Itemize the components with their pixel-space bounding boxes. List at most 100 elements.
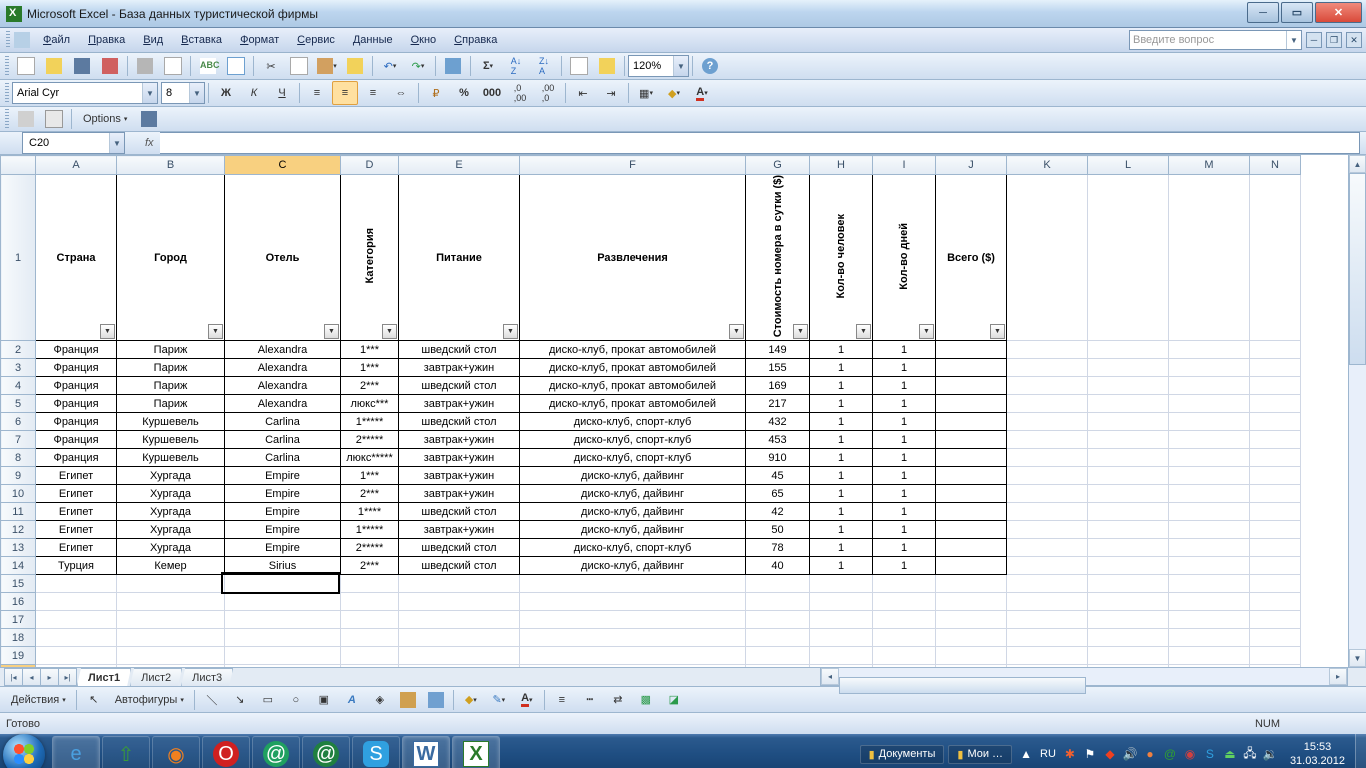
italic-button[interactable]: К — [241, 81, 267, 105]
bold-button[interactable]: Ж — [213, 81, 239, 105]
tray-app1-icon[interactable]: ✱ — [1062, 746, 1078, 762]
empty-cell[interactable] — [746, 647, 810, 665]
empty-cell[interactable] — [1250, 575, 1301, 593]
row-header-15[interactable]: 15 — [1, 575, 36, 593]
empty-cell[interactable] — [1169, 647, 1250, 665]
col-header-K[interactable]: K — [1007, 156, 1088, 175]
data-cell[interactable]: 1 — [873, 485, 936, 503]
data-cell[interactable]: Хургада — [117, 521, 225, 539]
help-search-input[interactable]: Введите вопрос ▼ — [1129, 30, 1302, 50]
data-cell[interactable] — [936, 413, 1007, 431]
data-cell[interactable]: 1 — [810, 503, 873, 521]
empty-cell[interactable] — [1007, 575, 1088, 593]
start-button[interactable] — [3, 734, 45, 768]
align-center-button[interactable]: ≡ — [332, 81, 358, 105]
line-style-button[interactable]: ≡ — [549, 688, 575, 712]
data-cell[interactable]: 2*** — [341, 377, 399, 395]
empty-cell[interactable] — [1250, 647, 1301, 665]
autoshapes-button[interactable]: Автофигуры▾ — [109, 688, 190, 712]
filter-button[interactable]: ▼ — [856, 324, 871, 339]
empty-cell[interactable] — [1088, 611, 1169, 629]
taskbar-mediaplayer-button[interactable]: ◉ — [152, 736, 200, 768]
data-cell[interactable]: 1 — [810, 485, 873, 503]
data-cell[interactable]: Хургада — [117, 539, 225, 557]
tab-nav-last-button[interactable]: ▸| — [58, 668, 77, 686]
empty-cell[interactable] — [1088, 593, 1169, 611]
mdi-restore-button[interactable]: ❐ — [1326, 32, 1342, 48]
rectangle-button[interactable]: ▭ — [255, 688, 281, 712]
data-cell[interactable]: Empire — [225, 539, 341, 557]
data-cell[interactable]: Alexandra — [225, 359, 341, 377]
taskbar-ie-button[interactable]: е — [52, 736, 100, 768]
data-cell[interactable] — [936, 341, 1007, 359]
row-header-17[interactable]: 17 — [1, 611, 36, 629]
data-cell[interactable]: завтрак+ужин — [399, 467, 520, 485]
data-cell[interactable]: Empire — [225, 521, 341, 539]
data-cell[interactable]: 1 — [873, 359, 936, 377]
data-cell[interactable]: Carlina — [225, 413, 341, 431]
empty-cell[interactable] — [341, 575, 399, 593]
tray-my-button[interactable]: ▮Мои … — [948, 745, 1012, 764]
empty-cell[interactable] — [810, 611, 873, 629]
data-cell[interactable]: диско-клуб, дайвинг — [520, 485, 746, 503]
data-cell[interactable]: 1*** — [341, 467, 399, 485]
empty-cell[interactable] — [399, 647, 520, 665]
empty-cell[interactable] — [520, 575, 746, 593]
empty-cell[interactable] — [1088, 629, 1169, 647]
data-cell[interactable]: Франция — [36, 377, 117, 395]
chevron-down-icon[interactable]: ▼ — [1286, 31, 1301, 49]
spellcheck-button[interactable]: ABC — [195, 54, 221, 78]
header-cell[interactable]: Категория▼ — [341, 175, 399, 341]
empty-cell[interactable] — [36, 647, 117, 665]
decrease-decimal-button[interactable]: ,00,0 — [535, 81, 561, 105]
sheet-tab-Лист1[interactable]: Лист1 — [77, 668, 131, 686]
menu-формат[interactable]: Формат — [231, 30, 288, 50]
taskbar-skype-button[interactable]: S — [352, 736, 400, 768]
data-cell[interactable]: Alexandra — [225, 377, 341, 395]
underline-button[interactable]: Ч — [269, 81, 295, 105]
empty-cell[interactable] — [746, 593, 810, 611]
chevron-down-icon[interactable]: ▼ — [673, 56, 688, 76]
hyperlink-button[interactable] — [440, 54, 466, 78]
data-cell[interactable]: диско-клуб, спорт-клуб — [520, 539, 746, 557]
menu-правка[interactable]: Правка — [79, 30, 134, 50]
draw-actions-button[interactable]: Действия▾ — [5, 688, 72, 712]
data-cell[interactable]: завтрак+ужин — [399, 449, 520, 467]
taskbar-word-button[interactable]: W — [402, 736, 450, 768]
scroll-up-button[interactable]: ▲ — [1349, 155, 1366, 173]
name-box[interactable]: C20 ▼ — [22, 132, 125, 154]
data-cell[interactable]: 2*** — [341, 557, 399, 575]
empty-cell[interactable] — [225, 593, 341, 611]
data-cell[interactable] — [936, 377, 1007, 395]
formula-input[interactable] — [160, 132, 1360, 154]
data-cell[interactable]: диско-клуб, дайвинг — [520, 557, 746, 575]
filter-button[interactable]: ▼ — [919, 324, 934, 339]
data-cell[interactable]: 2***** — [341, 431, 399, 449]
empty-cell[interactable] — [117, 611, 225, 629]
minimize-button[interactable]: ─ — [1247, 2, 1279, 23]
data-cell[interactable]: диско-клуб, прокат автомобилей — [520, 341, 746, 359]
horizontal-scrollbar[interactable]: ◂ ▸ — [820, 667, 1348, 686]
empty-cell[interactable] — [117, 647, 225, 665]
empty-cell[interactable] — [1250, 611, 1301, 629]
menu-сервис[interactable]: Сервис — [288, 30, 344, 50]
filter-button[interactable]: ▼ — [208, 324, 223, 339]
data-cell[interactable]: Alexandra — [225, 341, 341, 359]
empty-cell[interactable] — [1088, 647, 1169, 665]
data-cell[interactable]: Франция — [36, 413, 117, 431]
row-header-16[interactable]: 16 — [1, 593, 36, 611]
data-cell[interactable]: 1*** — [341, 341, 399, 359]
empty-cell[interactable] — [936, 593, 1007, 611]
data-cell[interactable] — [936, 503, 1007, 521]
comma-style-button[interactable]: 000 — [479, 81, 505, 105]
data-cell[interactable]: 1 — [810, 341, 873, 359]
data-cell[interactable] — [936, 467, 1007, 485]
data-cell[interactable]: люкс*** — [341, 395, 399, 413]
data-cell[interactable]: 2*** — [341, 485, 399, 503]
row-header-3[interactable]: 3 — [1, 359, 36, 377]
chevron-down-icon[interactable]: ▼ — [189, 83, 204, 103]
data-cell[interactable]: 1 — [810, 359, 873, 377]
data-cell[interactable]: Куршевель — [117, 431, 225, 449]
header-cell[interactable]: Питание▼ — [399, 175, 520, 341]
data-cell[interactable]: 1 — [873, 395, 936, 413]
